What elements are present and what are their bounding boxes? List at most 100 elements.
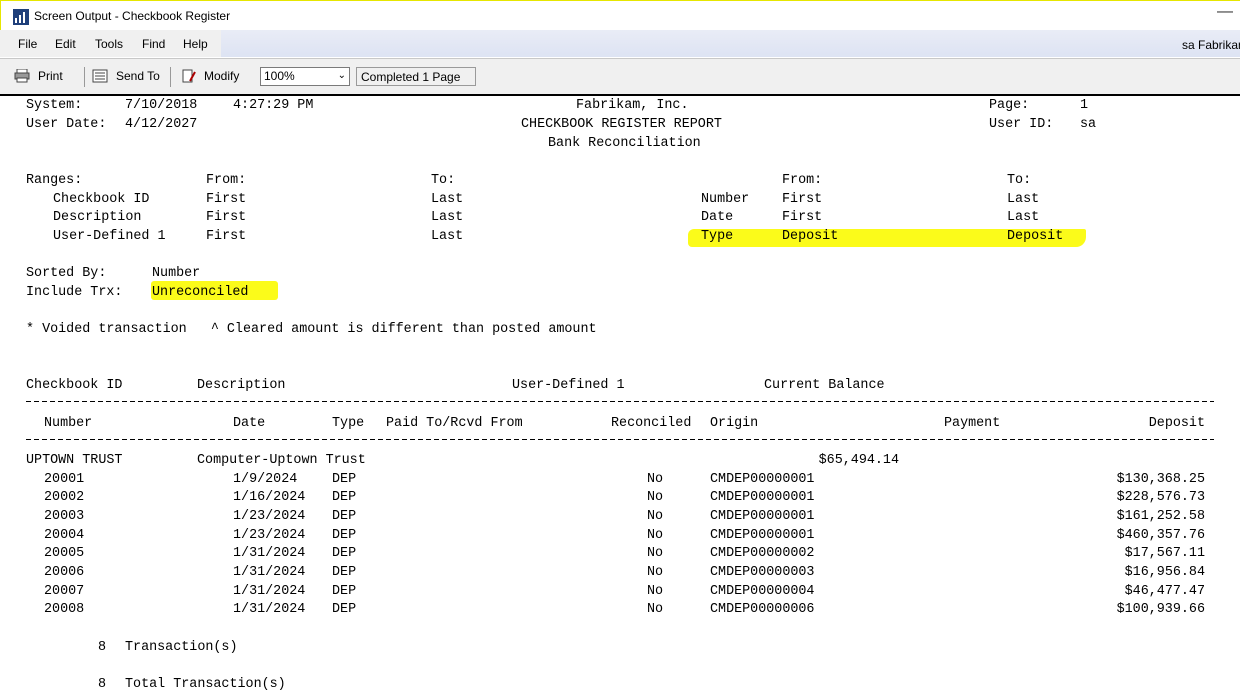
row-reconciled: No [647, 528, 664, 543]
title-bar: Screen Output - Checkbook Register — [0, 0, 1240, 30]
range-to: Last [431, 210, 464, 225]
row-date: 1/23/2024 [233, 528, 306, 543]
row-deposit: $46,477.47 [1124, 584, 1205, 599]
send-to-button[interactable]: Send To [92, 69, 160, 83]
minimize-button[interactable]: — [1217, 3, 1233, 21]
range-to: Deposit [1007, 229, 1064, 244]
row-type: DEP [332, 602, 357, 617]
system-label: System: [26, 98, 83, 113]
app-chart-icon [13, 9, 29, 25]
menu-find[interactable]: Find [142, 37, 165, 51]
row-type: DEP [332, 546, 357, 561]
divider-dashed [26, 435, 1214, 443]
row-origin: CMDEP00000002 [710, 546, 815, 561]
range-name: User-Defined 1 [53, 229, 166, 244]
range-to: Last [1007, 210, 1040, 225]
menu-file[interactable]: File [18, 37, 37, 51]
row-type: DEP [332, 584, 357, 599]
row-date: 1/31/2024 [233, 565, 306, 580]
range-name: Type [701, 229, 734, 244]
zoom-select[interactable]: 100% ⌄ [260, 67, 350, 86]
user-date-label: User Date: [26, 117, 107, 132]
checkbook-description: Computer-Uptown Trust [197, 453, 366, 468]
print-label: Print [38, 69, 63, 83]
ranges-from-header: From: [206, 173, 247, 188]
row-date: 1/31/2024 [233, 546, 306, 561]
row-origin: CMDEP00000006 [710, 602, 815, 617]
report-page: System: 7/10/2018 4:27:29 PM Fabrikam, I… [0, 96, 1240, 695]
ranges-to-header-right: To: [1007, 173, 1032, 188]
ranges-to-header: To: [431, 173, 456, 188]
col-description: Description [197, 378, 286, 393]
sorted-by-value: Number [152, 266, 201, 281]
checkbook-id: UPTOWN TRUST [26, 453, 123, 468]
system-time: 4:27:29 PM [233, 98, 314, 113]
menu-help[interactable]: Help [183, 37, 208, 51]
row-number: 20008 [44, 602, 85, 617]
menu-edit[interactable]: Edit [55, 37, 76, 51]
row-deposit: $228,576.73 [1116, 490, 1205, 505]
trx-count: 8 [98, 640, 107, 655]
col-paid-to: Paid To/Rcvd From [386, 416, 523, 431]
ranges-from-header-right: From: [782, 173, 823, 188]
row-number: 20004 [44, 528, 85, 543]
row-type: DEP [332, 490, 357, 505]
row-reconciled: No [647, 546, 664, 561]
col-user-defined: User-Defined 1 [512, 378, 625, 393]
divider-dashed [26, 397, 1214, 405]
company-name: Fabrikam, Inc. [576, 98, 689, 113]
row-deposit: $17,567.11 [1124, 546, 1205, 561]
row-deposit: $16,956.84 [1124, 565, 1205, 580]
toolbar: Print Send To Modify 100% ⌄ Completed 1 … [0, 58, 1240, 96]
row-date: 1/16/2024 [233, 490, 306, 505]
zoom-value: 100% [264, 69, 295, 83]
col-reconciled: Reconciled [611, 416, 692, 431]
modify-button[interactable]: Modify [180, 69, 239, 83]
page-label: Page: [989, 98, 1030, 113]
row-number: 20005 [44, 546, 85, 561]
send-to-icon [92, 69, 108, 83]
range-to: Last [431, 229, 464, 244]
range-name: Checkbook ID [53, 192, 150, 207]
row-origin: CMDEP00000001 [710, 528, 815, 543]
status-text: Completed 1 Page [361, 70, 461, 84]
system-date: 7/10/2018 [125, 98, 198, 113]
row-deposit: $161,252.58 [1116, 509, 1205, 524]
row-deposit: $130,368.25 [1116, 472, 1205, 487]
print-button[interactable]: Print [14, 69, 63, 83]
row-origin: CMDEP00000004 [710, 584, 815, 599]
row-type: DEP [332, 509, 357, 524]
modify-label: Modify [204, 69, 240, 83]
menu-tools[interactable]: Tools [95, 37, 123, 51]
range-from: First [782, 210, 823, 225]
row-number: 20002 [44, 490, 85, 505]
row-reconciled: No [647, 602, 664, 617]
row-number: 20007 [44, 584, 85, 599]
col-deposit: Deposit [1148, 416, 1205, 431]
row-type: DEP [332, 472, 357, 487]
modify-icon [182, 69, 196, 83]
user-id-label: User ID: [989, 117, 1054, 132]
range-from: First [782, 192, 823, 207]
report-subtitle: Bank Reconciliation [548, 136, 701, 151]
trx-label: Transaction(s) [125, 640, 238, 655]
status-field: Completed 1 Page [356, 67, 476, 86]
range-to: Last [431, 192, 464, 207]
row-date: 1/23/2024 [233, 509, 306, 524]
row-reconciled: No [647, 565, 664, 580]
range-name: Date [701, 210, 734, 225]
row-date: 1/9/2024 [233, 472, 298, 487]
row-deposit: $100,939.66 [1116, 602, 1205, 617]
user-company: sa Fabrikam [1182, 38, 1240, 52]
range-name: Description [53, 210, 142, 225]
row-reconciled: No [647, 490, 664, 505]
row-reconciled: No [647, 509, 664, 524]
page-number: 1 [1080, 98, 1089, 113]
row-reconciled: No [647, 472, 664, 487]
row-origin: CMDEP00000001 [710, 490, 815, 505]
include-trx-label: Include Trx: [26, 285, 123, 300]
row-number: 20001 [44, 472, 85, 487]
row-date: 1/31/2024 [233, 602, 306, 617]
include-trx-value: Unreconciled [152, 285, 249, 300]
row-date: 1/31/2024 [233, 584, 306, 599]
